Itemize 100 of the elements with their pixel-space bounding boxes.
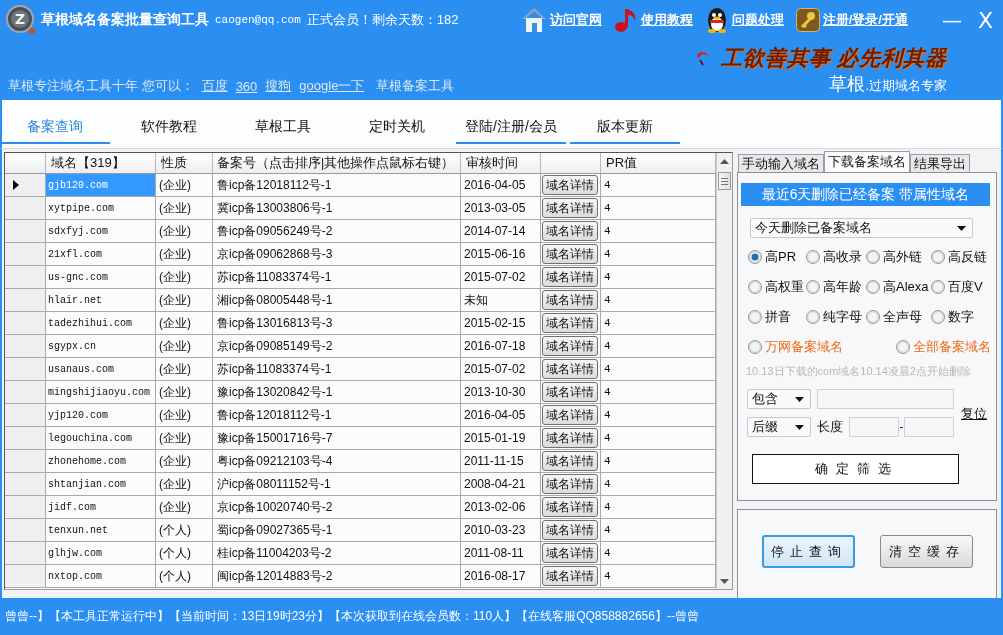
list-dropdown[interactable]: 今天删除已备案域名 [750,218,973,238]
panel-tab[interactable]: 手动输入域名 [738,154,824,172]
domain-cell[interactable]: xytpipe.com [46,197,156,219]
tab[interactable]: 备案查询 [0,100,110,144]
radio-icon[interactable] [931,250,945,264]
max-length-field[interactable] [904,417,954,437]
radio-option[interactable]: 全声母 [866,302,931,332]
domain-cell[interactable]: 21xfl.com [46,243,156,265]
radio-option[interactable]: 高外链 [866,242,931,272]
tab[interactable]: 定时关机 [342,100,452,144]
date-cell: 2016-04-05 [461,174,541,196]
domain-cell[interactable]: yjp120.com [46,404,156,426]
radio-option[interactable]: 百度V [931,272,996,302]
details-button[interactable]: 域名详情 [542,175,598,195]
column-header[interactable]: 域名【319】 [46,153,156,173]
reset-link[interactable]: 复位 [961,405,987,423]
radio-option[interactable]: 拼音 [748,302,806,332]
panel-tab[interactable]: 下载备案域名 [824,151,910,172]
action-button[interactable]: 清空缓存 [880,535,973,568]
details-button[interactable]: 域名详情 [542,451,598,471]
key-icon [795,8,820,32]
details-button[interactable]: 域名详情 [542,405,598,425]
type-cell: (个人) [156,565,213,587]
min-length-field[interactable] [849,417,899,437]
match-dropdown[interactable]: 包含 [747,389,811,409]
domain-cell[interactable]: sgypx.cn [46,335,156,357]
domain-cell[interactable]: glhjw.com [46,542,156,564]
radio-icon[interactable] [748,280,762,294]
radio-icon[interactable] [896,340,910,354]
domain-cell[interactable]: jidf.com [46,496,156,518]
radio-icon[interactable] [748,340,762,354]
radio-option[interactable]: 高年龄 [806,272,866,302]
scrollbar[interactable] [716,153,732,589]
details-button[interactable]: 域名详情 [542,267,598,287]
details-button[interactable]: 域名详情 [542,313,598,333]
type-cell: (企业) [156,381,213,403]
type-cell: (企业) [156,197,213,219]
panel-tab[interactable]: 结果导出 [910,154,970,172]
scroll-down-icon[interactable] [720,579,729,584]
details-button[interactable]: 域名详情 [542,221,598,241]
type-cell: (企业) [156,289,213,311]
position-dropdown[interactable]: 后缀 [747,417,811,437]
domain-cell[interactable]: tenxun.net [46,519,156,541]
type-cell: (企业) [156,174,213,196]
radio-option[interactable]: 高收录 [806,242,866,272]
domain-cell[interactable]: sdxfyj.com [46,220,156,242]
domain-cell[interactable]: tadezhihui.com [46,312,156,334]
radio-option[interactable]: 高Alexa [866,272,931,302]
details-button[interactable]: 域名详情 [542,428,598,448]
details-button[interactable]: 域名详情 [542,336,598,356]
tab[interactable]: 登陆/注册/会员 [456,100,566,144]
type-cell: (企业) [156,450,213,472]
radio-icon[interactable] [931,310,945,324]
scroll-up-icon[interactable] [720,159,729,164]
domain-cell[interactable]: mingshijiaoyu.com [46,381,156,403]
radio-option[interactable]: 高PR [748,242,806,272]
radio-icon[interactable] [748,250,762,264]
keyword-field[interactable] [817,389,954,409]
details-button[interactable]: 域名详情 [542,244,598,264]
domain-cell[interactable]: hlair.net [46,289,156,311]
details-button[interactable]: 域名详情 [542,359,598,379]
date-cell: 2016-08-17 [461,565,541,587]
tab[interactable]: 版本更新 [570,100,680,144]
domain-cell[interactable]: usanaus.com [46,358,156,380]
radio-option[interactable]: 纯字母 [806,302,866,332]
radio-option[interactable]: 高反链 [931,242,996,272]
domain-cell[interactable]: legouchina.com [46,427,156,449]
domain-cell[interactable]: us-gnc.com [46,266,156,288]
tab[interactable]: 软件教程 [114,100,224,144]
radio-icon[interactable] [806,250,820,264]
row-header[interactable] [5,174,46,196]
column-header[interactable]: 备案号（点击排序|其他操作点鼠标右键） [213,153,461,173]
radio-icon[interactable] [866,250,880,264]
details-button[interactable]: 域名详情 [542,474,598,494]
domain-cell[interactable]: zhonehome.com [46,450,156,472]
radio-option[interactable]: 数字 [931,302,996,332]
confirm-filter-button[interactable]: 确定筛选 [752,454,959,484]
radio-icon[interactable] [866,310,880,324]
tab[interactable]: 草根工具 [228,100,338,144]
details-button[interactable]: 域名详情 [542,290,598,310]
column-header[interactable]: 审核时间 [461,153,541,173]
date-cell: 2011-08-11 [461,542,541,564]
caret-icon [795,396,804,402]
radio-icon[interactable] [748,310,762,324]
details-button[interactable]: 域名详情 [542,198,598,218]
scrollbar-thumb[interactable] [718,172,731,190]
details-button[interactable]: 域名详情 [542,566,598,586]
radio-icon[interactable] [866,280,880,294]
radio-icon[interactable] [806,280,820,294]
domain-cell[interactable]: shtanjian.com [46,473,156,495]
radio-option[interactable]: 高权重 [748,272,806,302]
details-button[interactable]: 域名详情 [542,520,598,540]
action-button[interactable]: 停止查询 [762,535,855,568]
details-button[interactable]: 域名详情 [542,497,598,517]
column-header[interactable]: 性质 [156,153,213,173]
radio-icon[interactable] [806,310,820,324]
radio-icon[interactable] [931,280,945,294]
details-button[interactable]: 域名详情 [542,543,598,563]
domain-cell[interactable]: nxtop.com [46,565,156,587]
details-button[interactable]: 域名详情 [542,382,598,402]
